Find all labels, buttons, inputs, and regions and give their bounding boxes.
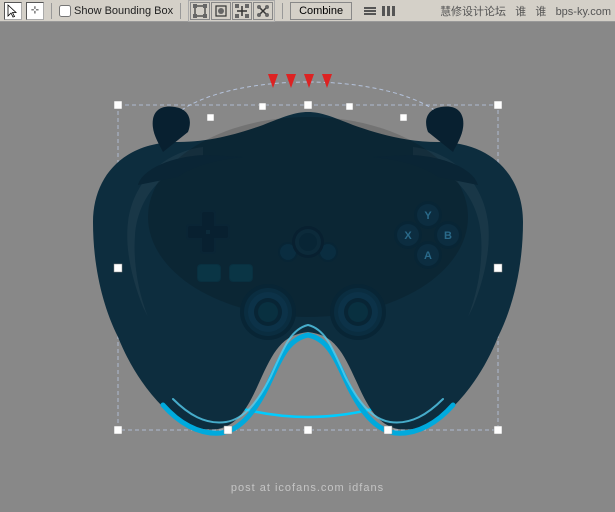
arrange-icon[interactable] <box>362 3 378 19</box>
svg-text:B: B <box>444 230 452 242</box>
svg-text:X: X <box>404 230 412 242</box>
red-arrow-1 <box>268 74 278 88</box>
transform-btn-2[interactable] <box>211 2 231 20</box>
separator-1 <box>51 3 52 19</box>
combine-button[interactable]: Combine <box>290 2 352 20</box>
canvas-area[interactable]: Y X B A <box>0 22 615 512</box>
toolbar: ⊹ Show Bounding Box <box>0 0 615 22</box>
separator-3 <box>282 3 283 19</box>
toolbar-right-text: 慧修设计论坛 谁 谁 bps-ky.com <box>440 3 611 19</box>
transform-btn-4[interactable] <box>253 2 273 20</box>
red-arrow-4 <box>322 74 332 88</box>
cursor-tool-icon[interactable] <box>4 2 22 20</box>
transform-btn-1[interactable] <box>190 2 210 20</box>
svg-text:A: A <box>424 250 432 262</box>
red-arrow-3 <box>304 74 314 88</box>
bounding-box-text: Show Bounding Box <box>74 5 173 17</box>
bounding-box-checkbox[interactable] <box>59 5 71 17</box>
svg-text:Y: Y <box>424 210 432 222</box>
bounding-box-label[interactable]: Show Bounding Box <box>59 5 173 17</box>
red-arrow-2 <box>286 74 296 88</box>
watermark: post at icofans.com idfans <box>231 482 384 494</box>
distribute-icon[interactable] <box>381 3 397 19</box>
separator-2 <box>180 3 181 19</box>
transform-btn-3[interactable] <box>232 2 252 20</box>
right-toolbar-icons <box>362 3 397 19</box>
controller-svg: Y X B A <box>63 67 553 467</box>
red-arrows <box>268 74 332 88</box>
select-tool-icon[interactable]: ⊹ <box>26 2 44 20</box>
controller-container: Y X B A <box>48 52 568 482</box>
transform-icon-group <box>188 0 275 22</box>
